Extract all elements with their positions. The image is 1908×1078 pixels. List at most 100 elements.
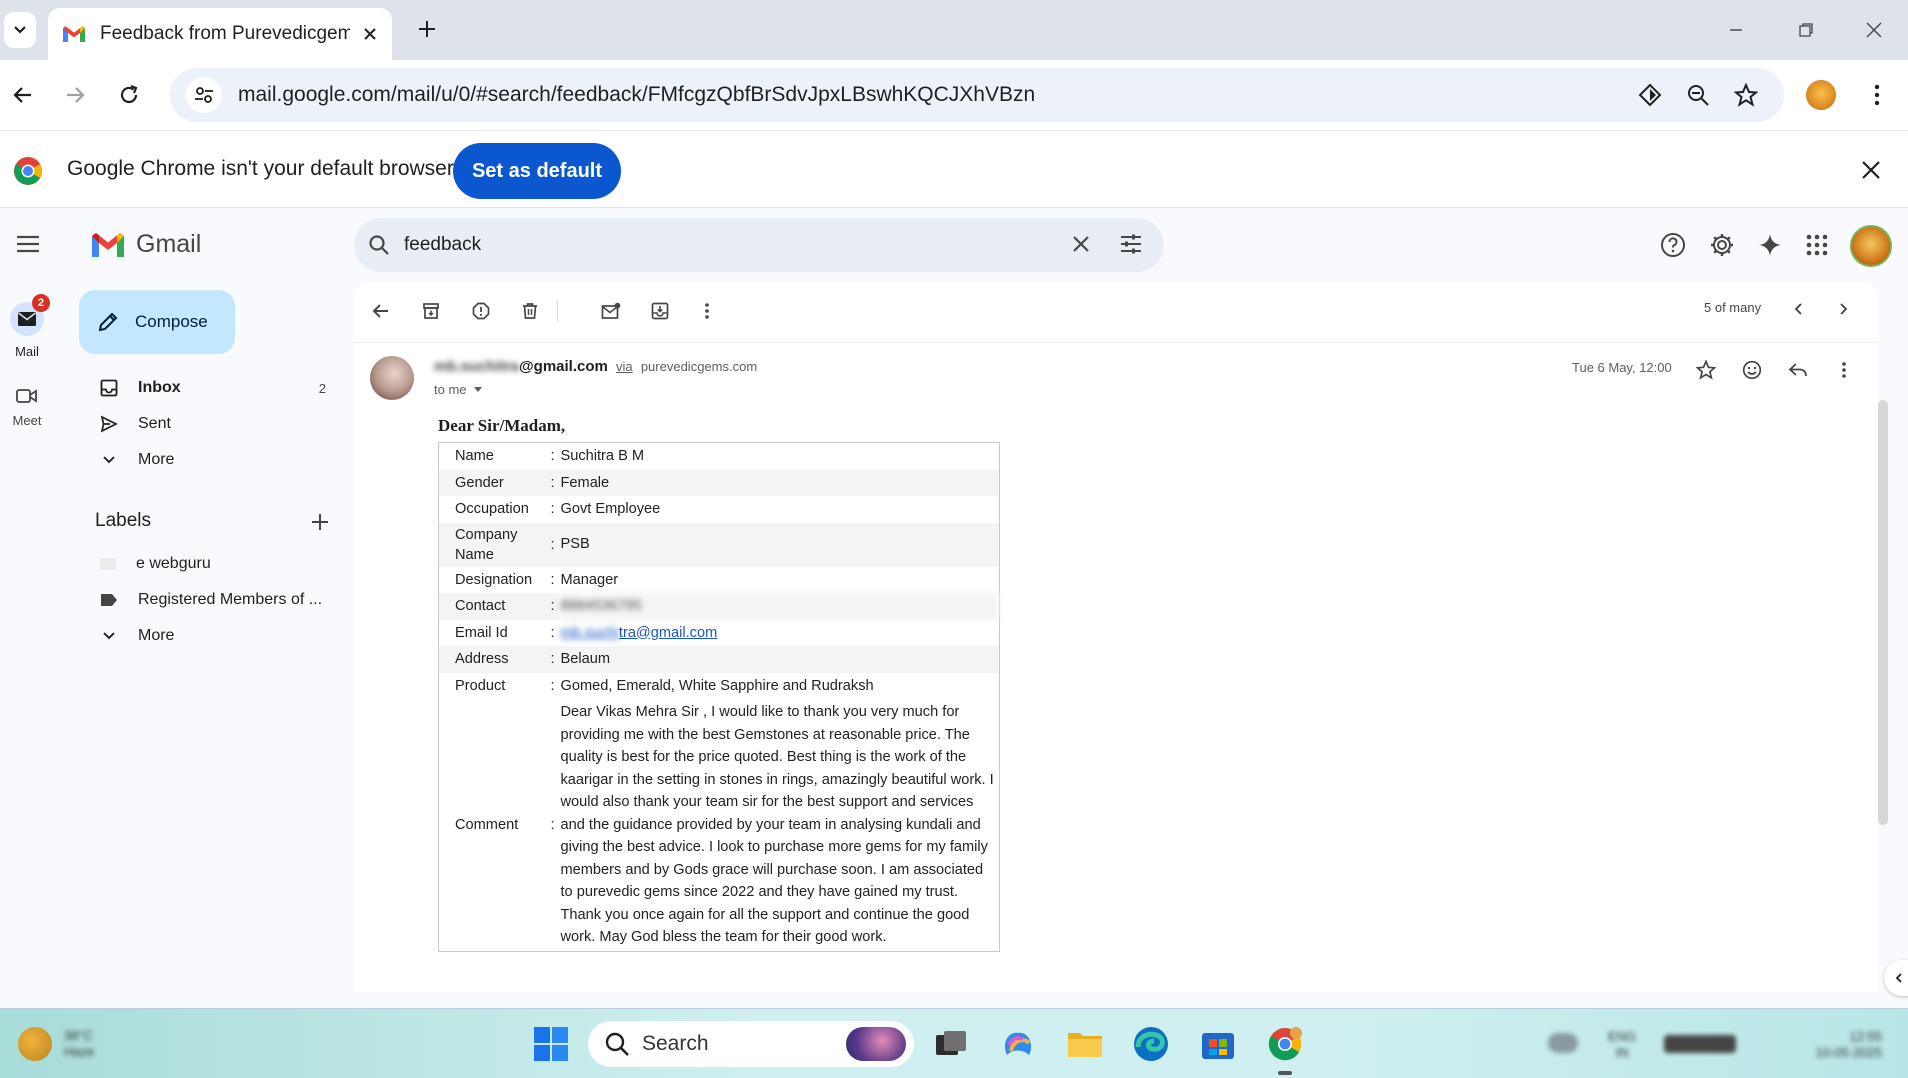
back-button[interactable] [8,80,38,110]
table-row: Address : Belaum [438,646,1000,673]
newer-button[interactable] [1786,296,1812,322]
field-label: Gender [438,469,547,496]
chrome-profile-avatar[interactable] [1806,80,1836,110]
new-tab-icon[interactable] [414,16,440,42]
reload-button[interactable] [114,80,144,110]
more-vert-icon [1842,362,1846,378]
active-tab[interactable]: Feedback from Purevedicgems [48,8,392,60]
gmail-logo-text: Gmail [136,230,202,258]
main-menu-icon[interactable] [14,232,42,256]
site-info-button[interactable] [186,77,222,113]
compose-button[interactable]: Compose [79,290,235,354]
inbox-count: 2 [318,380,326,396]
rail-meet-label: Meet [12,413,42,428]
table-row: Comment : Dear Vikas Mehra Sir , I would… [439,699,1000,951]
chrome-taskbar-icon[interactable] [1266,1025,1304,1063]
chevron-down-icon [103,632,115,640]
chevron-down-icon [14,26,26,34]
restore-button[interactable] [1792,16,1820,44]
set-as-default-button[interactable]: Set as default [453,143,621,199]
rail-mail-label: Mail [15,344,39,359]
taskbar-search[interactable]: Search [588,1021,914,1067]
recipient-details[interactable]: to me [434,382,483,397]
rail-mail[interactable]: 2 Mail [0,294,54,359]
file-explorer-icon[interactable] [1066,1025,1104,1063]
archive-button[interactable] [418,298,444,324]
microsoft-store-icon[interactable] [1199,1025,1237,1063]
label-tag-icon [101,594,117,606]
copilot-icon[interactable] [999,1025,1037,1063]
move-to-inbox-icon [651,302,669,320]
clock[interactable]: 12:55 10-05-2025 [1782,1029,1883,1061]
nav-more[interactable]: More [80,442,340,478]
task-view-icon[interactable] [932,1025,970,1063]
windows-taskbar: 38°C Haze Search ENG IN 12:55 10-05-2025 [0,1008,1908,1078]
close-infobar-icon[interactable] [1858,157,1884,183]
apps-button[interactable] [1802,230,1832,260]
chrome-menu-button[interactable] [1862,80,1892,110]
mark-unread-button[interactable] [598,298,624,324]
minimize-button[interactable] [1722,16,1750,44]
search-options-icon[interactable] [1118,231,1144,257]
add-label-icon[interactable] [310,512,330,532]
nav-sent[interactable]: Sent [80,406,340,442]
nav-inbox[interactable]: Inbox 2 [80,370,340,406]
bookmark-button[interactable] [1732,81,1760,109]
delete-button[interactable] [517,298,543,324]
react-emoji-button[interactable] [1740,358,1764,382]
message-more-button[interactable] [1832,358,1856,382]
close-window-button[interactable] [1860,16,1888,44]
via-link[interactable]: via [616,359,633,374]
address-bar[interactable]: mail.google.com/mail/u/0/#search/feedbac… [170,68,1784,122]
side-panel-toggle[interactable] [1884,960,1908,996]
back-to-search-button[interactable] [368,298,394,324]
via-domain: purevedicgems.com [640,359,758,374]
windows-start-icon[interactable] [532,1025,570,1063]
forward-button[interactable] [60,80,90,110]
weather-temp: 38°C [64,1028,94,1043]
move-to-button[interactable] [647,298,673,324]
lens-button[interactable] [1636,81,1664,109]
search-input[interactable]: feedback [404,234,481,256]
search-icon[interactable] [368,234,390,256]
close-tab-icon[interactable] [362,26,378,42]
settings-button[interactable] [1707,230,1737,260]
zoom-button[interactable] [1684,81,1712,109]
field-value: Gomed, Emerald, White Sapphire and Rudra… [560,677,874,694]
mail-search-bar[interactable]: feedback [354,218,1164,272]
label-item[interactable]: e webguru [80,546,340,582]
message-scrollbar[interactable] [1878,400,1888,825]
language-indicator[interactable]: ENG IN [1608,1029,1636,1061]
sender-avatar[interactable] [370,356,414,400]
app-rail: 2 Mail Meet [0,280,66,1008]
field-colon: : [550,571,555,588]
account-avatar[interactable] [1850,225,1892,267]
field-label: Name [455,448,494,465]
rail-meet[interactable]: Meet [0,380,54,428]
diamond-icon [1638,83,1662,107]
tray-cloud-icon[interactable] [1548,1033,1578,1053]
field-colon: : [550,448,555,465]
older-button[interactable] [1830,296,1856,322]
more-actions-button[interactable] [694,298,720,324]
clear-search-icon[interactable] [1068,231,1094,257]
star-message-button[interactable] [1694,358,1718,382]
label-item[interactable]: Registered Members of ... [80,582,340,618]
field-colon: : [550,816,555,833]
tab-search-button[interactable] [4,12,36,48]
gmail-logo-icon [92,232,124,257]
labels-more[interactable]: More [80,618,340,654]
report-spam-button[interactable] [468,298,494,324]
gemini-button[interactable] [1755,230,1785,260]
weather-widget[interactable]: 38°C Haze [18,1027,94,1061]
contact-value-hidden: 8884536795 [558,593,1000,620]
sender-line[interactable]: mb.suchitra@gmail.com via purevedicgems.… [434,358,757,375]
support-button[interactable] [1658,230,1688,260]
network-volume-battery-icons[interactable] [1664,1035,1736,1053]
email-link[interactable]: mb.suchitra@gmail.com [561,625,718,641]
gmail-logo[interactable]: Gmail [90,230,201,259]
edge-browser-icon[interactable] [1132,1025,1170,1063]
reply-button[interactable] [1786,358,1810,382]
table-row: Gender : Female [438,469,1000,496]
chrome-logo-icon [14,157,42,185]
